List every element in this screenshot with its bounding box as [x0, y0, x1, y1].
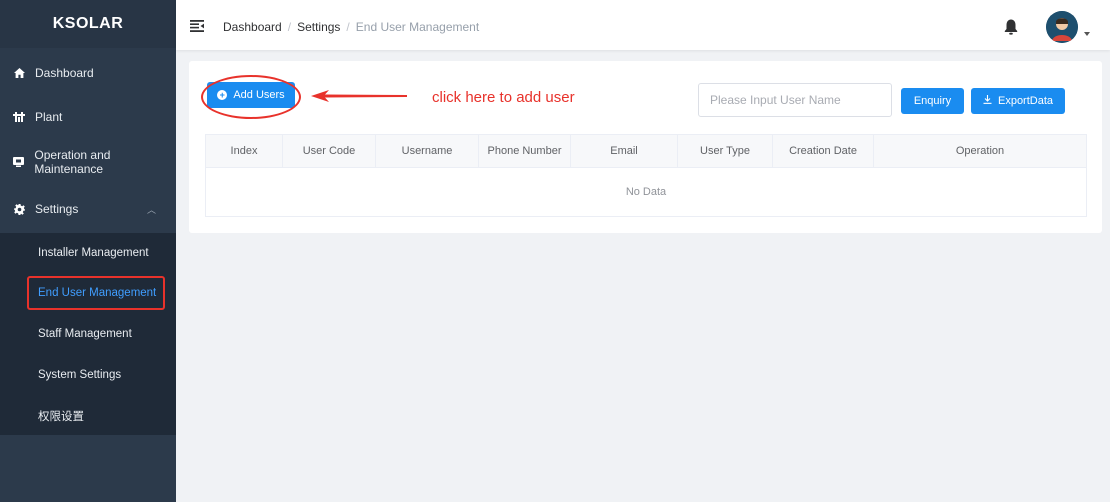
plant-icon: [12, 112, 26, 122]
column-header[interactable]: Phone Number: [479, 135, 571, 168]
sidebar-item-label: 权限设置: [38, 411, 84, 423]
content-card: + Add Users click here to add user Enqui…: [189, 61, 1102, 233]
chevron-up-icon: ︿: [146, 204, 156, 215]
maintenance-icon: [12, 157, 25, 167]
brand-logo: KSOLAR: [0, 0, 176, 48]
annotation-text: click here to add user: [432, 89, 575, 106]
menu-toggle-icon[interactable]: [190, 19, 204, 32]
sidebar-item-label: Plant: [35, 110, 63, 124]
add-users-label: Add Users: [233, 89, 285, 101]
sidebar-item-staff-management[interactable]: Staff Management: [0, 314, 176, 354]
users-table: Index User Code Username Phone Number Em…: [205, 134, 1087, 217]
sidebar-item-operation-maintenance[interactable]: Operation and Maintenance: [0, 142, 176, 182]
column-header[interactable]: User Type: [678, 135, 773, 168]
sidebar-item-label: Operation and Maintenance: [34, 148, 111, 176]
sidebar-item-settings[interactable]: Settings ︿: [0, 189, 176, 229]
sidebar-item-label: Installer Management: [38, 247, 149, 259]
sidebar-item-installer-management[interactable]: Installer Management: [0, 233, 176, 273]
header: Dashboard / Settings / End User Management: [176, 0, 1110, 50]
plus-circle-icon: +: [217, 90, 228, 100]
annotation-arrow-icon: [311, 90, 407, 102]
download-icon: [983, 95, 992, 107]
table-empty-state: No Data: [625, 186, 667, 198]
sidebar-item-permission-settings[interactable]: 权限设置: [0, 396, 176, 436]
column-header[interactable]: Operation: [874, 135, 1086, 168]
bell-icon[interactable]: [1004, 19, 1018, 35]
breadcrumb: Dashboard / Settings / End User Management: [223, 20, 480, 34]
sidebar-item-plant[interactable]: Plant: [0, 97, 176, 137]
breadcrumb-item-settings[interactable]: Settings: [297, 20, 340, 34]
sidebar-item-label: Staff Management: [38, 328, 132, 340]
gear-icon: [12, 203, 26, 215]
sidebar: KSOLAR Dashboard Plant Operation and Mai…: [0, 0, 176, 502]
table-header: Index User Code Username Phone Number Em…: [206, 135, 1086, 168]
export-data-button[interactable]: ExportData: [971, 88, 1065, 114]
enquiry-button[interactable]: Enquiry: [901, 88, 964, 114]
breadcrumb-item-current: End User Management: [355, 20, 480, 34]
column-header[interactable]: Username: [376, 135, 479, 168]
add-users-button[interactable]: + Add Users: [207, 82, 295, 108]
home-icon: [12, 68, 26, 78]
column-header[interactable]: Email: [571, 135, 678, 168]
column-header[interactable]: Index: [206, 135, 283, 168]
avatar[interactable]: [1046, 11, 1078, 43]
chevron-down-icon[interactable]: [1084, 32, 1090, 36]
sidebar-item-label: System Settings: [38, 369, 122, 381]
sidebar-item-label: End User Management: [38, 287, 157, 299]
username-search-input[interactable]: [698, 83, 892, 117]
sidebar-item-dashboard[interactable]: Dashboard: [0, 53, 176, 93]
breadcrumb-item-dashboard[interactable]: Dashboard: [223, 20, 282, 34]
export-data-label: ExportData: [997, 95, 1054, 107]
sidebar-item-system-settings[interactable]: System Settings: [0, 355, 176, 395]
column-header[interactable]: Creation Date: [773, 135, 874, 168]
sidebar-item-end-user-management[interactable]: End User Management: [0, 273, 176, 313]
sidebar-item-label: Settings: [35, 202, 79, 216]
column-header[interactable]: User Code: [283, 135, 376, 168]
sidebar-item-label: Dashboard: [35, 66, 94, 80]
